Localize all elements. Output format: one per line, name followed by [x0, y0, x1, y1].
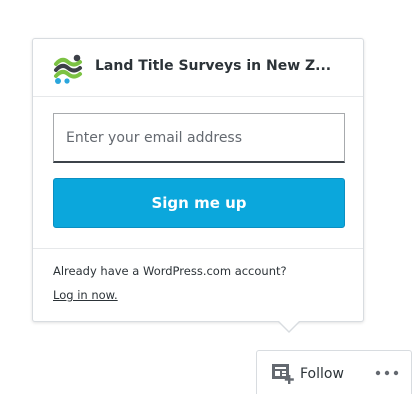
follow-button[interactable]: Follow	[271, 362, 344, 386]
subscribe-popup: Land Title Surveys in New Z... Sign me u…	[32, 38, 364, 322]
ellipsis-icon[interactable]	[373, 363, 401, 383]
popup-header: Land Title Surveys in New Z...	[33, 39, 363, 97]
action-bar: Follow	[256, 350, 412, 394]
account-prompt-text: Already have a WordPress.com account?	[53, 264, 287, 278]
login-link[interactable]: Log in now.	[53, 288, 118, 302]
email-input[interactable]	[53, 113, 345, 163]
divider	[33, 248, 363, 249]
site-title: Land Title Surveys in New Z...	[95, 58, 332, 74]
site-logo-icon	[54, 54, 82, 84]
reader-follow-icon	[272, 364, 294, 384]
sign-up-button[interactable]: Sign me up	[53, 178, 345, 228]
follow-label: Follow	[300, 366, 344, 382]
popup-pointer-fill	[279, 321, 299, 331]
